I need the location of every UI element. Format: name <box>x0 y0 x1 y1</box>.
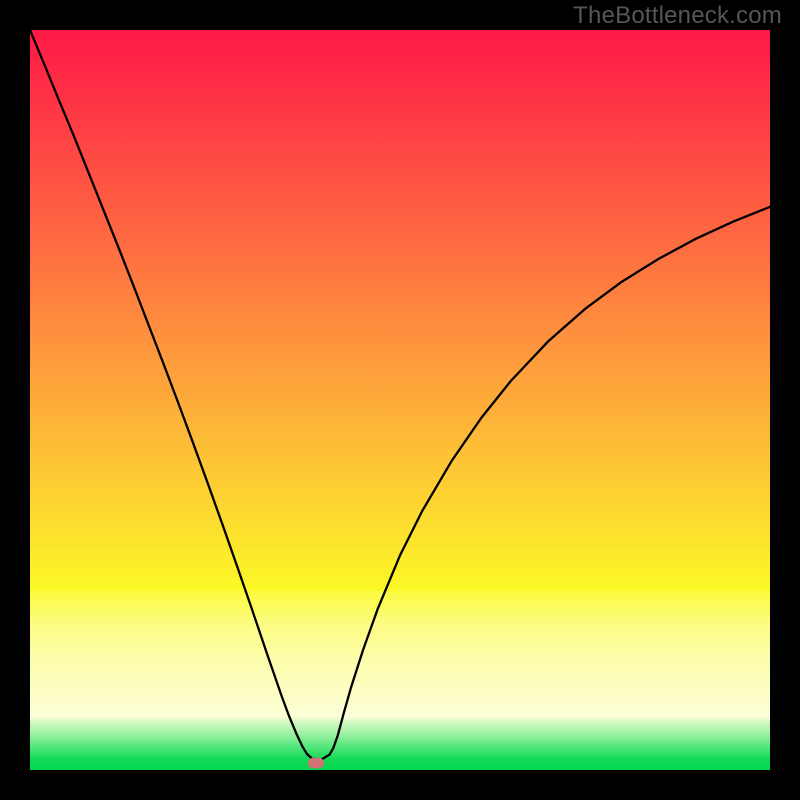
chart-frame: TheBottleneck.com <box>0 0 800 800</box>
bottleneck-curve <box>30 30 770 770</box>
plot-area <box>30 30 770 770</box>
optimal-point-marker <box>308 757 324 768</box>
watermark-label: TheBottleneck.com <box>573 2 782 30</box>
